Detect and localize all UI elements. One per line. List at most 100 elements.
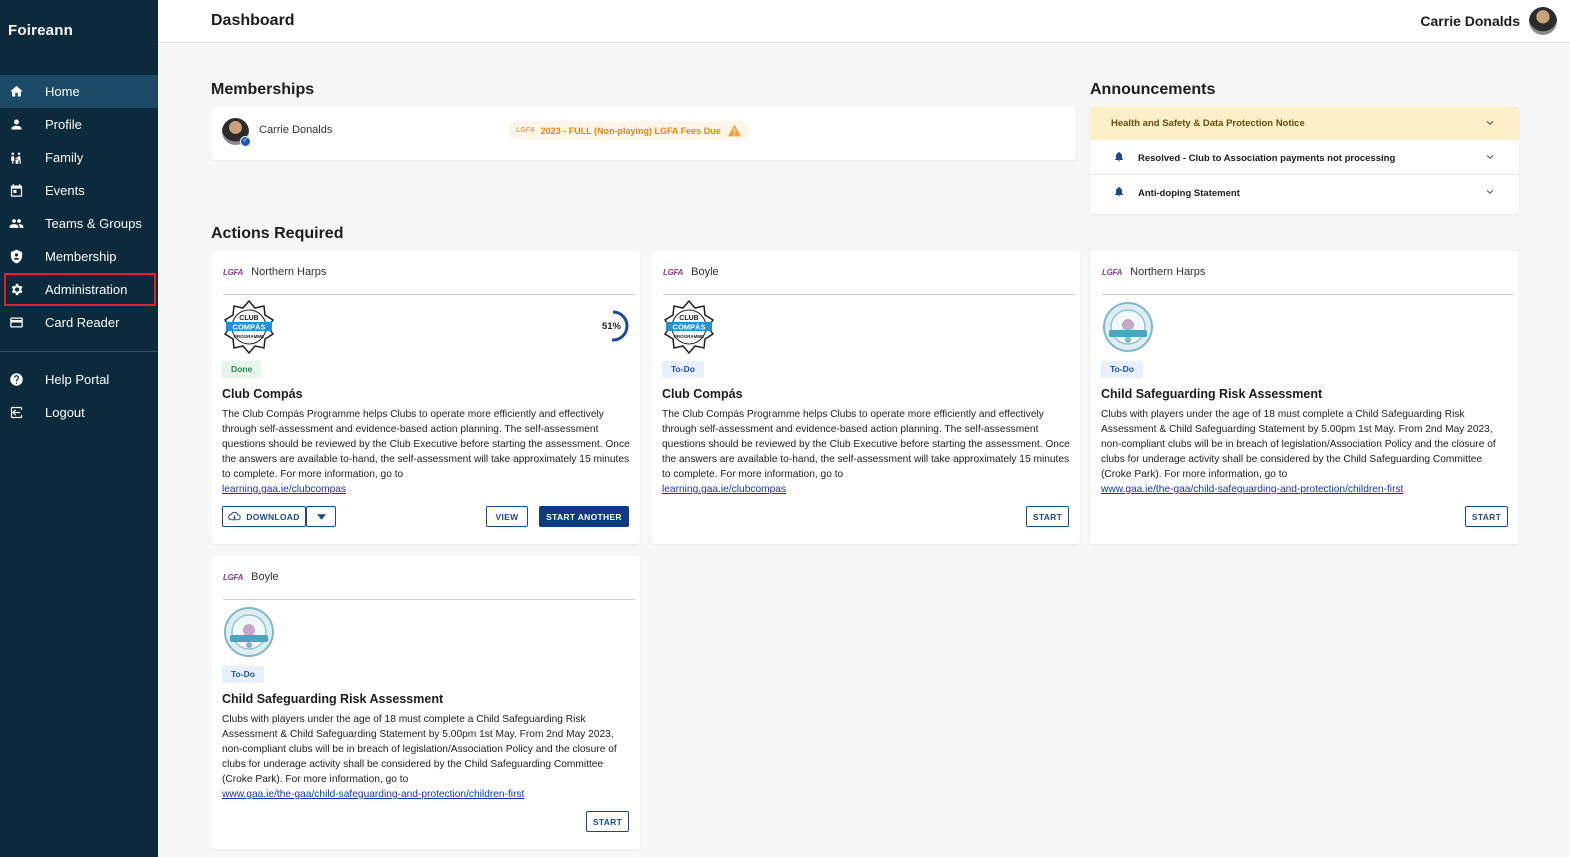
card-org: LGFA Boyle: [663, 266, 719, 278]
fees-due-text: 2023 - FULL (Non-playing) LGFA Fees Due: [540, 125, 721, 136]
divider: [1102, 294, 1514, 295]
info-link[interactable]: www.gaa.ie/the-gaa/child-safeguarding-an…: [222, 789, 524, 800]
sidebar-item-teams-groups[interactable]: Teams & Groups: [0, 207, 158, 240]
cloud-download-icon: [228, 511, 242, 521]
logo-text: PROGRAMME: [234, 334, 264, 339]
logo-text: CLUB: [239, 315, 258, 322]
progress-label: 51%: [601, 321, 621, 332]
action-card-club-compas: LGFA Northern Harps CLUB COMPÁS PROGRAMM…: [211, 251, 640, 544]
action-card-club-compas: LGFA Boyle CLUB COMPÁS PROGRAMME To-Do C…: [651, 251, 1080, 544]
chevron-down-icon: [1486, 120, 1494, 125]
description-text: Clubs with players under the age of 18 m…: [1101, 409, 1496, 480]
shield-icon: [10, 249, 23, 264]
sidebar-item-family[interactable]: Family: [0, 141, 158, 174]
announcement-title: Anti-doping Statement: [1138, 188, 1240, 199]
sidebar-item-label: Card Reader: [45, 315, 120, 330]
download-button[interactable]: DOWNLOAD: [222, 506, 306, 527]
announcements-heading: Announcements: [1090, 81, 1216, 98]
sidebar-item-label: Profile: [45, 117, 82, 132]
description-text: Clubs with players under the age of 18 m…: [222, 714, 617, 785]
sidebar-item-home[interactable]: Home: [0, 75, 158, 108]
fees-due-badge[interactable]: LGFA 2023 - FULL (Non-playing) LGFA Fees…: [508, 121, 750, 140]
card-description: Clubs with players under the age of 18 m…: [222, 712, 630, 802]
member-badge-icon: ✓: [240, 136, 251, 147]
announcement-item[interactable]: Health and Safety & Data Protection Noti…: [1090, 107, 1519, 140]
sidebar-item-membership[interactable]: Membership: [0, 240, 158, 273]
club-compas-logo: CLUB COMPÁS PROGRAMME: [223, 300, 275, 354]
description-text: The Club Compás Programme helps Clubs to…: [222, 409, 630, 480]
sidebar: Foireann Home Profile Family Events Team…: [0, 0, 158, 857]
announcement-item[interactable]: Resolved - Club to Association payments …: [1090, 140, 1519, 175]
card-description: The Club Compás Programme helps Clubs to…: [222, 407, 630, 497]
app-brand[interactable]: Foireann: [8, 22, 73, 39]
family-icon: [10, 152, 21, 164]
announcement-title: Health and Safety & Data Protection Noti…: [1111, 118, 1305, 129]
sidebar-item-card-reader[interactable]: Card Reader: [0, 306, 158, 339]
sidebar-item-label: Administration: [45, 282, 128, 297]
sidebar-item-logout[interactable]: Logout: [0, 396, 158, 429]
card-org: LGFA Boyle: [223, 571, 279, 583]
download-label: DOWNLOAD: [246, 511, 300, 522]
status-badge: To-Do: [662, 361, 704, 378]
memberships-heading: Memberships: [211, 81, 315, 98]
gear-icon: [11, 283, 23, 296]
action-card-child-safeguarding: LGFA Northern Harps To-Do Child Safeguar…: [1090, 251, 1519, 544]
warning-icon: [727, 124, 741, 137]
user-name[interactable]: Carrie Donalds: [1420, 13, 1520, 29]
card-title: Child Safeguarding Risk Assessment: [1101, 387, 1323, 401]
status-badge: To-Do: [222, 666, 264, 683]
safeguarding-seal-logo: [224, 607, 274, 657]
logout-icon: [10, 406, 23, 419]
start-another-button[interactable]: START ANOTHER: [539, 506, 629, 527]
card-description: The Club Compás Programme helps Clubs to…: [662, 407, 1070, 497]
lgfa-logo: LGFA: [223, 267, 244, 277]
start-button[interactable]: START: [1026, 506, 1069, 527]
sidebar-item-profile[interactable]: Profile: [0, 108, 158, 141]
sidebar-divider: [0, 351, 158, 352]
sidebar-item-administration[interactable]: Administration: [4, 273, 156, 306]
sidebar-item-label: Events: [45, 183, 85, 198]
card-icon: [10, 317, 23, 328]
person-icon: [11, 119, 22, 130]
sidebar-item-label: Family: [45, 150, 84, 165]
card-org: LGFA Northern Harps: [223, 266, 326, 278]
avatar[interactable]: [1529, 7, 1557, 35]
org-name: Boyle: [251, 571, 279, 583]
membership-card[interactable]: ✓ Carrie Donalds LGFA 2023 - FULL (Non-p…: [211, 107, 1076, 160]
status-badge: To-Do: [1101, 361, 1143, 378]
lgfa-logo: LGFA: [516, 127, 535, 134]
chevron-down-icon: [1486, 189, 1494, 194]
org-name: Northern Harps: [251, 266, 327, 278]
sidebar-item-events[interactable]: Events: [0, 174, 158, 207]
divider: [223, 599, 635, 600]
info-link[interactable]: learning.gaa.ie/clubcompas: [662, 484, 786, 495]
action-card-child-safeguarding: LGFA Boyle To-Do Child Safeguarding Risk…: [211, 556, 640, 849]
info-link[interactable]: www.gaa.ie/the-gaa/child-safeguarding-an…: [1101, 484, 1403, 495]
view-button[interactable]: VIEW: [486, 506, 528, 527]
info-link[interactable]: learning.gaa.ie/clubcompas: [222, 484, 346, 495]
announcement-item[interactable]: Anti-doping Statement: [1090, 175, 1519, 210]
start-button[interactable]: START: [586, 811, 629, 832]
divider: [223, 294, 635, 295]
start-button[interactable]: START: [1465, 506, 1508, 527]
bell-icon: [1115, 186, 1123, 197]
download-menu-button[interactable]: [306, 506, 336, 527]
lgfa-logo: LGFA: [223, 572, 244, 582]
chevron-down-icon: [1486, 154, 1494, 159]
page-title: Dashboard: [211, 12, 295, 29]
card-title: Club Compás: [222, 387, 303, 401]
home-icon: [10, 85, 23, 97]
club-compas-logo: CLUB COMPÁS PROGRAMME: [663, 300, 715, 354]
sidebar-item-label: Logout: [45, 405, 85, 420]
help-icon: [10, 373, 23, 386]
sidebar-item-help-portal[interactable]: Help Portal: [0, 363, 158, 396]
sidebar-item-label: Teams & Groups: [45, 216, 142, 231]
divider: [663, 294, 1075, 295]
topbar: Dashboard Carrie Donalds: [158, 0, 1570, 43]
card-org: LGFA Northern Harps: [1102, 266, 1205, 278]
description-text: The Club Compás Programme helps Clubs to…: [662, 409, 1070, 480]
bell-icon: [1115, 151, 1123, 162]
sidebar-item-label: Home: [45, 84, 80, 99]
card-title: Club Compás: [662, 387, 743, 401]
logo-text: COMPÁS: [233, 323, 266, 332]
